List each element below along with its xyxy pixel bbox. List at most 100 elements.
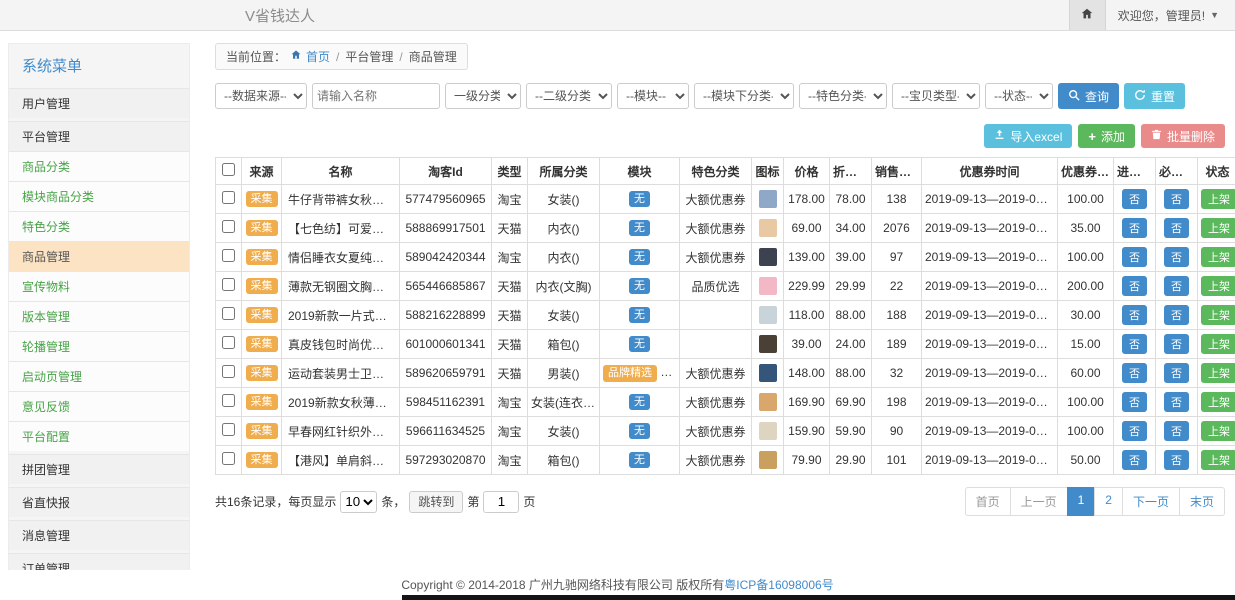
import-select-toggle[interactable]: 否: [1122, 421, 1147, 441]
status-toggle[interactable]: 上架: [1201, 276, 1235, 296]
row-checkbox[interactable]: [222, 394, 235, 407]
sidebar-item[interactable]: 模块商品分类: [9, 181, 189, 211]
import-select-toggle[interactable]: 否: [1122, 247, 1147, 267]
must-buy-toggle[interactable]: 否: [1164, 189, 1189, 209]
status-toggle[interactable]: 上架: [1201, 450, 1235, 470]
import-select-toggle[interactable]: 否: [1122, 305, 1147, 325]
status-toggle[interactable]: 上架: [1201, 392, 1235, 412]
filter-select-8[interactable]: --状态--: [985, 83, 1053, 109]
import-select-toggle[interactable]: 否: [1122, 189, 1147, 209]
select-all-checkbox[interactable]: [222, 163, 235, 176]
import-select-toggle[interactable]: 否: [1122, 218, 1147, 238]
filter-select-2[interactable]: 一级分类: [445, 83, 521, 109]
page-button[interactable]: 末页: [1179, 487, 1225, 516]
sidebar-item[interactable]: 省直快报: [9, 487, 189, 517]
page-button[interactable]: 下一页: [1122, 487, 1180, 516]
plus-icon: +: [1088, 129, 1096, 144]
product-name: 早春网红针织外套女春...: [288, 425, 400, 439]
import-select-cell: 否: [1114, 388, 1156, 417]
filter-select-4[interactable]: --模块--: [617, 83, 689, 109]
must-buy-toggle[interactable]: 否: [1164, 450, 1189, 470]
status-toggle[interactable]: 上架: [1201, 305, 1235, 325]
row-checkbox[interactable]: [222, 336, 235, 349]
page-button[interactable]: 首页: [965, 487, 1011, 516]
add-button[interactable]: + 添加: [1078, 124, 1135, 148]
user-menu[interactable]: 欢迎您，管理员! ▼: [1106, 0, 1235, 30]
must-buy-toggle[interactable]: 否: [1164, 363, 1189, 383]
jump-button[interactable]: 跳转到: [409, 491, 463, 513]
sidebar-item[interactable]: 用户管理: [9, 88, 189, 118]
status-toggle[interactable]: 上架: [1201, 247, 1235, 267]
import-select-toggle[interactable]: 否: [1122, 450, 1147, 470]
sidebar-item[interactable]: 平台管理: [9, 121, 189, 151]
import-select-toggle[interactable]: 否: [1122, 334, 1147, 354]
must-buy-toggle[interactable]: 否: [1164, 276, 1189, 296]
sidebar-item[interactable]: 宣传物料: [9, 271, 189, 301]
status-cell: 上架: [1198, 272, 1235, 301]
batch-delete-button[interactable]: 批量删除: [1141, 124, 1225, 148]
special-category-cell: 大额优惠券: [680, 359, 752, 388]
coupon-time-cell: 2019-09-13—2019-09-20: [922, 330, 1058, 359]
icp-link[interactable]: 粤ICP备16098006号: [724, 578, 833, 592]
import-excel-button[interactable]: 导入excel: [984, 124, 1072, 148]
row-checkbox[interactable]: [222, 191, 235, 204]
sidebar-item[interactable]: 启动页管理: [9, 361, 189, 391]
status-toggle[interactable]: 上架: [1201, 363, 1235, 383]
sidebar-item[interactable]: 轮播管理: [9, 331, 189, 361]
import-select-toggle[interactable]: 否: [1122, 276, 1147, 296]
filter-select-3[interactable]: --二级分类--: [526, 83, 612, 109]
home-icon: [1080, 7, 1094, 24]
status-toggle[interactable]: 上架: [1201, 218, 1235, 238]
page-number-input[interactable]: [483, 491, 519, 513]
sidebar-item[interactable]: 商品管理: [9, 241, 189, 271]
must-buy-toggle[interactable]: 否: [1164, 218, 1189, 238]
status-toggle[interactable]: 上架: [1201, 189, 1235, 209]
taoke-id-cell: 596611634525: [400, 417, 492, 446]
page-button[interactable]: 1: [1067, 487, 1096, 516]
row-checkbox[interactable]: [222, 249, 235, 262]
breadcrumb-home-link[interactable]: 首页: [306, 48, 330, 65]
reset-button[interactable]: 重置: [1124, 83, 1185, 109]
filter-select-6[interactable]: --特色分类--: [799, 83, 887, 109]
taoke-id-cell: 597293020870: [400, 446, 492, 475]
table-row: 采集运动套装男士卫衣初秋...589620659791天猫男装()品牌精选 爱上…: [216, 359, 1235, 388]
must-buy-toggle[interactable]: 否: [1164, 392, 1189, 412]
sidebar-item[interactable]: 版本管理: [9, 301, 189, 331]
filter-select-0[interactable]: --数据来源--: [215, 83, 307, 109]
search-button[interactable]: 查询: [1058, 83, 1119, 109]
row-checkbox[interactable]: [222, 278, 235, 291]
sidebar-item[interactable]: 拼团管理: [9, 454, 189, 484]
import-select-toggle[interactable]: 否: [1122, 392, 1147, 412]
filter-select-5[interactable]: --模块下分类--: [694, 83, 794, 109]
row-checkbox[interactable]: [222, 307, 235, 320]
type-cell: 天猫: [492, 272, 528, 301]
row-checkbox[interactable]: [222, 220, 235, 233]
page-size-select[interactable]: 10: [340, 491, 377, 513]
must-buy-toggle[interactable]: 否: [1164, 334, 1189, 354]
must-buy-toggle[interactable]: 否: [1164, 247, 1189, 267]
sidebar-item[interactable]: 商品分类: [9, 151, 189, 181]
sidebar-item[interactable]: 平台配置: [9, 421, 189, 451]
row-checkbox[interactable]: [222, 423, 235, 436]
sidebar-item[interactable]: 意见反馈: [9, 391, 189, 421]
coupon-time-cell: 2019-09-13—2019-09-20: [922, 243, 1058, 272]
sidebar-item[interactable]: 消息管理: [9, 520, 189, 550]
taoke-id-cell: 565446685867: [400, 272, 492, 301]
sidebar-item[interactable]: 特色分类: [9, 211, 189, 241]
row-checkbox[interactable]: [222, 452, 235, 465]
row-checkbox[interactable]: [222, 365, 235, 378]
page-button[interactable]: 上一页: [1010, 487, 1068, 516]
name-search-input[interactable]: [312, 83, 440, 109]
status-toggle[interactable]: 上架: [1201, 421, 1235, 441]
module-cell: 无: [600, 301, 680, 330]
must-buy-cell: 否: [1156, 214, 1198, 243]
filter-select-7[interactable]: --宝贝类型--: [892, 83, 980, 109]
must-buy-toggle[interactable]: 否: [1164, 305, 1189, 325]
icon-cell: [752, 359, 784, 388]
page-button[interactable]: 2: [1094, 487, 1123, 516]
home-button[interactable]: [1069, 0, 1106, 30]
special-category-cell: 大额优惠券: [680, 243, 752, 272]
must-buy-toggle[interactable]: 否: [1164, 421, 1189, 441]
status-toggle[interactable]: 上架: [1201, 334, 1235, 354]
import-select-toggle[interactable]: 否: [1122, 363, 1147, 383]
